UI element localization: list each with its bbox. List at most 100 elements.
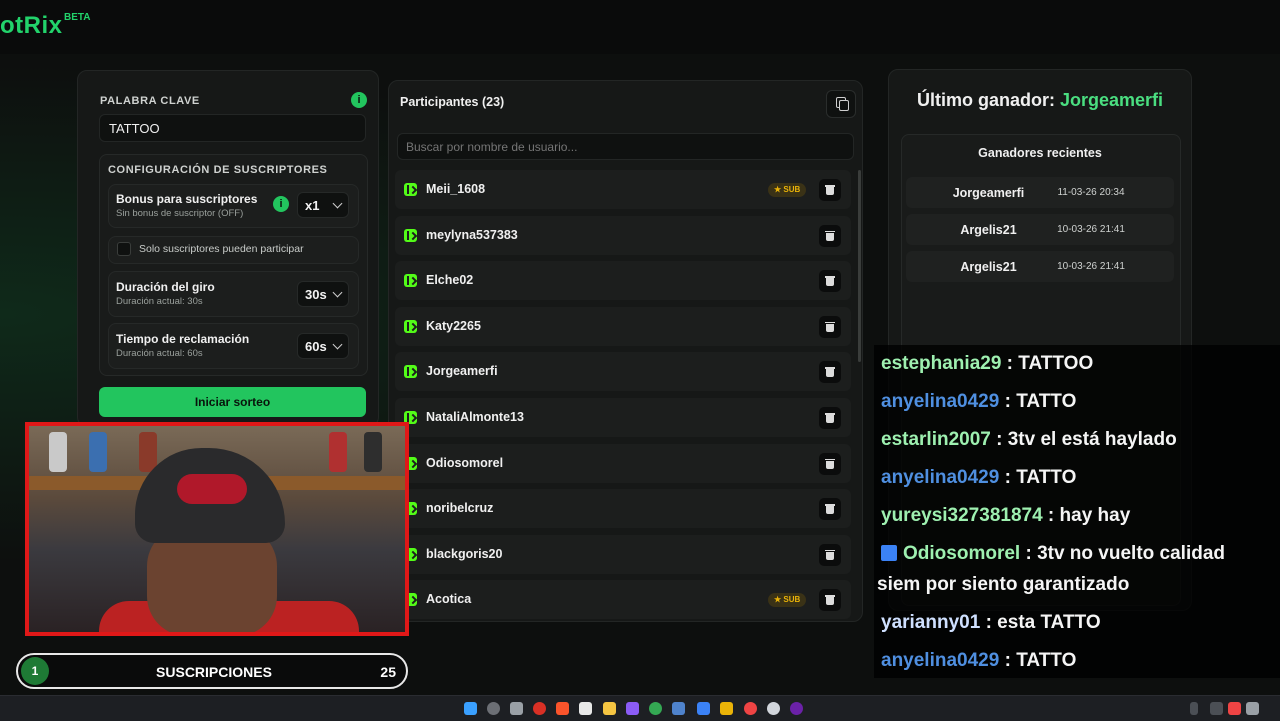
chat-username: estephania29 [881, 353, 1002, 374]
trash-icon[interactable] [819, 315, 841, 338]
chat-text: : TATTO [999, 467, 1077, 488]
keyword-info-icon[interactable]: i [351, 92, 367, 108]
app-icon[interactable] [720, 702, 733, 715]
trash-icon[interactable] [819, 179, 841, 201]
chat-username: anyelina0429 [881, 467, 1000, 488]
chat-username: Odiosomorel [903, 543, 1021, 564]
chat-text: : 3tv el está haylado [990, 429, 1177, 450]
participant-name: Acotica [426, 592, 472, 607]
bonus-title: Bonus para suscriptores [116, 192, 258, 206]
bonus-subtitle: Sin bonus de suscriptor (OFF) [116, 208, 244, 219]
search-icon[interactable] [487, 702, 500, 715]
sub-badge: ★ SUB [768, 183, 807, 197]
subscriptions-label: SUSCRIPCIONES [156, 664, 272, 680]
chat-message: estephania29 : TATTOO [881, 353, 1093, 375]
participant-row: Odiosomorel [395, 443, 851, 483]
trash-icon[interactable] [819, 543, 841, 566]
kick-icon [404, 319, 417, 333]
windows-start-icon[interactable] [464, 702, 477, 715]
participant-row: meylyna537383 [395, 215, 851, 255]
recent-winner-row: Argelis21 10-03-26 21:41 [906, 251, 1174, 282]
participant-name: NataliAlmonte13 [426, 410, 524, 424]
bonus-select-value: x1 [305, 198, 320, 213]
participant-row: noribelcruz [395, 489, 851, 529]
trash-icon[interactable] [819, 361, 841, 384]
app-icon[interactable] [744, 702, 757, 715]
spin-duration-title: Duración del giro [116, 280, 215, 294]
beta-badge: BETA [64, 12, 91, 23]
chat-username: yarianny01 [881, 612, 981, 633]
chat-text: siem por siento garantizado [877, 574, 1130, 595]
chat-text: : TATTO [999, 650, 1077, 671]
participant-name: meylyna537383 [426, 227, 518, 242]
kick-icon [404, 274, 417, 288]
app-logo[interactable]: otRix [0, 12, 63, 40]
chat-message: anyelina0429 : TATTO [881, 391, 1076, 413]
claim-time-select[interactable]: 60s [297, 333, 349, 359]
keyword-input[interactable]: TATTOO [99, 114, 366, 142]
trash-icon[interactable] [819, 452, 841, 475]
chat-overlay: estephania29 : TATTOO anyelina0429 : TATT… [874, 345, 1280, 678]
spin-duration-select[interactable]: 30s [297, 281, 349, 307]
kick-icon [404, 183, 417, 196]
start-raffle-button[interactable]: Iniciar sorteo [99, 387, 366, 417]
recent-winner-row: Argelis21 10-03-26 21:41 [906, 214, 1174, 245]
participant-list-scrollbar[interactable] [858, 170, 861, 362]
chrome-icon[interactable] [533, 702, 546, 715]
participant-name: Odiosomorel [426, 455, 504, 470]
bonus-info-icon[interactable]: i [273, 196, 289, 212]
tray-icon[interactable] [1210, 702, 1223, 715]
wifi-icon[interactable] [1246, 702, 1259, 715]
participant-name: Katy2265 [426, 318, 481, 333]
participant-row: NataliAlmonte13 [395, 398, 851, 437]
chevron-down-icon [332, 339, 343, 350]
app-icon[interactable] [672, 702, 685, 715]
chat-message: Odiosomorel : 3tv no vuelto calidad [881, 543, 1225, 565]
app-icon[interactable] [626, 702, 639, 715]
recent-winner-row: Jorgeamerfi 11-03-26 20:34 [906, 177, 1174, 208]
participant-row: Katy2265 [395, 306, 851, 346]
only-subs-checkbox[interactable] [117, 242, 131, 256]
participant-search-input[interactable] [397, 133, 854, 160]
chat-message: yureysi327381874 : hay hay [881, 505, 1130, 527]
bonus-select[interactable]: x1 [297, 192, 349, 218]
app-icon[interactable] [790, 702, 803, 715]
tray-icon[interactable] [1228, 702, 1241, 715]
trash-icon[interactable] [819, 498, 841, 521]
chat-username: yureysi327381874 [881, 505, 1043, 526]
task-view-icon[interactable] [510, 702, 523, 715]
spin-duration-subtitle: Duración actual: 30s [116, 296, 203, 307]
app-icon[interactable] [697, 702, 710, 715]
trash-icon[interactable] [819, 407, 841, 429]
participant-row: Acotica ★ SUB [395, 580, 851, 620]
trash-icon[interactable] [819, 270, 841, 293]
app-icon[interactable] [767, 702, 780, 715]
chat-username: anyelina0429 [881, 391, 1000, 412]
trash-icon[interactable] [819, 224, 841, 247]
claim-time-title: Tiempo de reclamación [116, 332, 250, 346]
chat-text: : 3tv no vuelto calidad [1020, 543, 1226, 564]
trash-icon[interactable] [819, 589, 841, 612]
keyword-label: PALABRA CLAVE [100, 95, 200, 107]
chat-message: yarianny01 : esta TATTO [881, 612, 1101, 634]
chat-username: anyelina0429 [881, 650, 1000, 671]
recent-winner-date: 11-03-26 20:34 [1057, 187, 1125, 198]
participant-row: Jorgeamerfi [395, 352, 851, 392]
participants-title: Participantes (23) [400, 95, 505, 109]
webcam-overlay [25, 422, 409, 636]
chat-text: : TATTOO [1001, 353, 1094, 374]
chevron-down-icon [332, 198, 343, 209]
participant-row: Elche02 [395, 261, 851, 301]
chrome-icon[interactable] [649, 702, 662, 715]
subscriptions-goal: 25 [380, 664, 396, 680]
folder-icon[interactable] [603, 702, 616, 715]
claim-time-subtitle: Duración actual: 60s [116, 348, 203, 359]
last-winner-heading: Último ganador: Jorgeamerfi [889, 90, 1191, 111]
chat-message: anyelina0429 : TATTO [881, 467, 1076, 489]
calendar-icon[interactable] [579, 702, 592, 715]
copy-icon[interactable] [826, 90, 856, 118]
chevron-down-icon [332, 287, 343, 298]
brave-icon[interactable] [556, 702, 569, 715]
recent-winner-date: 10-03-26 21:41 [1057, 224, 1125, 235]
tray-chevron-icon[interactable] [1190, 702, 1198, 715]
